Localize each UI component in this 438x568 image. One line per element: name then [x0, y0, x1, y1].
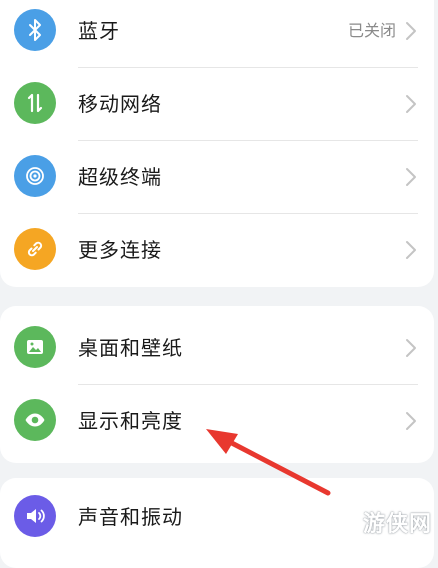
- settings-item-bluetooth[interactable]: 蓝牙 已关闭: [0, 0, 434, 67]
- speaker-icon: [14, 495, 56, 537]
- settings-item-super-device[interactable]: 超级终端: [0, 141, 434, 213]
- settings-item-label: 超级终端: [78, 165, 162, 189]
- super-device-icon: [14, 155, 56, 197]
- settings-item-label: 显示和亮度: [78, 409, 183, 433]
- settings-item-label: 桌面和壁纸: [78, 336, 183, 360]
- chevron-right-icon: [406, 241, 416, 259]
- personalization-card: 桌面和壁纸 显示和亮度: [0, 306, 434, 463]
- mobile-data-icon: [14, 82, 56, 124]
- settings-item-label: 蓝牙: [78, 19, 120, 43]
- settings-item-more-connections[interactable]: 更多连接: [0, 214, 434, 286]
- connectivity-card: 蓝牙 已关闭 移动网络 超级终端 更多连接: [0, 0, 434, 287]
- chevron-right-icon: [406, 412, 416, 430]
- bluetooth-icon: [14, 9, 56, 51]
- settings-item-label: 更多连接: [78, 238, 162, 262]
- chevron-right-icon: [406, 22, 416, 40]
- wallpaper-icon: [14, 326, 56, 368]
- link-icon: [14, 228, 56, 270]
- settings-item-label: 声音和振动: [78, 505, 183, 529]
- settings-item-display-brightness[interactable]: 显示和亮度: [0, 385, 434, 457]
- settings-item-label: 移动网络: [78, 92, 162, 116]
- chevron-right-icon: [406, 339, 416, 357]
- chevron-right-icon: [406, 95, 416, 113]
- settings-item-desktop-wallpaper[interactable]: 桌面和壁纸: [0, 312, 434, 384]
- eye-icon: [14, 399, 56, 441]
- watermark: 游侠网: [362, 512, 432, 537]
- settings-item-mobile-network[interactable]: 移动网络: [0, 68, 434, 140]
- bluetooth-status: 已关闭: [347, 21, 396, 40]
- chevron-right-icon: [406, 168, 416, 186]
